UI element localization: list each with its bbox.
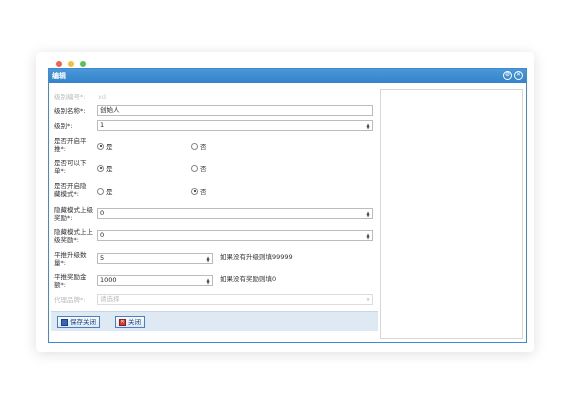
hidden-mode-label: 是否开启隐藏模式*: (54, 182, 87, 198)
can-order-yes-label: 是 (106, 165, 113, 173)
can-order-label: 是否可以下单*: (54, 159, 87, 175)
radio-checked-icon[interactable] (97, 164, 104, 172)
hidden-mode-yes[interactable]: 是 (97, 186, 113, 196)
right-panel (380, 89, 523, 339)
agent-brand-label: 代理品牌*: (54, 296, 86, 304)
radio-unchecked-icon[interactable] (97, 187, 104, 195)
spin-icon[interactable]: ▲ ▼ (365, 210, 371, 217)
save-close-button[interactable]: 保存关闭 (57, 316, 100, 328)
peer-reward-amount-label: 平推奖励金额*: (54, 273, 87, 289)
peer-reward-amount-hint: 如果没有奖励则填0 (220, 275, 277, 283)
row-level-name: 级别名称*: 创始人 (52, 105, 378, 117)
row-hidden-upper2-reward: 隐藏模式上上级奖励*: 0 ▲ ▼ (52, 227, 378, 245)
close-icon: ✕ (119, 318, 126, 326)
close-label: 关闭 (128, 318, 141, 326)
agent-brand-select[interactable]: 请选择 ▼ (97, 294, 373, 305)
save-icon (61, 318, 68, 326)
can-order-no[interactable]: 否 (191, 163, 207, 173)
can-order-yes[interactable]: 是 (97, 163, 113, 173)
level-stepper[interactable]: 1 ▲ ▼ (97, 120, 373, 131)
edit-form: 级别编号*: xd 级别名称*: 创始人 级别*: 1 ▲ ▼ 是否开启平推*: … (52, 86, 378, 343)
dialog-titlebar: 编辑 ⊘ ✕ (49, 69, 526, 83)
window-controls (56, 61, 86, 67)
row-peer-reward-amount: 平推奖励金额*: 1000 ▲ ▼ 如果没有奖励则填0 (52, 272, 378, 290)
peer-reward-amount-stepper[interactable]: 1000 ▲ ▼ (97, 275, 213, 286)
level-spin-icon[interactable]: ▲ ▼ (365, 122, 371, 129)
close-icon[interactable]: ✕ (514, 71, 523, 80)
row-hidden-mode: 是否开启隐藏模式*: 是 否 (52, 181, 378, 199)
hidden-upper-reward-label: 隐藏模式上级奖励*: (54, 206, 93, 222)
spin-icon[interactable]: ▲ ▼ (205, 277, 211, 284)
row-can-order: 是否可以下单*: 是 否 (52, 158, 378, 176)
radio-unchecked-icon[interactable] (191, 164, 198, 172)
row-peer-upgrade-count: 平推升级数量*: 5 ▲ ▼ 如果没有升级则填99999 (52, 250, 378, 268)
radio-unchecked-icon[interactable] (191, 142, 198, 150)
agent-brand-placeholder: 请选择 (100, 295, 120, 303)
open-peer-no[interactable]: 否 (191, 141, 207, 151)
close-dot-icon[interactable] (56, 61, 62, 67)
edit-dialog: 编辑 ⊘ ✕ 级别编号*: xd 级别名称*: 创始人 级别*: 1 ▲ ▼ 是否… (48, 68, 527, 343)
hidden-upper2-reward-label: 隐藏模式上上级奖励*: (54, 228, 93, 244)
spin-icon[interactable]: ▲ ▼ (365, 232, 371, 239)
level-label: 级别*: (54, 122, 73, 130)
hidden-upper2-reward-stepper[interactable]: 0 ▲ ▼ (97, 230, 373, 241)
hidden-upper-reward-value: 0 (100, 209, 105, 217)
row-level: 级别*: 1 ▲ ▼ (52, 120, 378, 132)
hidden-mode-no[interactable]: 否 (191, 186, 207, 196)
open-peer-yes-label: 是 (106, 143, 113, 151)
hidden-upper-reward-stepper[interactable]: 0 ▲ ▼ (97, 208, 373, 219)
hidden-mode-yes-label: 是 (106, 188, 113, 196)
peer-upgrade-count-hint: 如果没有升级则填99999 (220, 253, 293, 261)
hidden-mode-no-label: 否 (200, 188, 207, 196)
radio-checked-icon[interactable] (191, 187, 198, 195)
dialog-title: 编辑 (52, 72, 66, 80)
spin-icon[interactable]: ▲ ▼ (205, 255, 211, 262)
peer-upgrade-count-value: 5 (100, 254, 105, 262)
level-code-value: xd (98, 93, 106, 101)
peer-upgrade-count-stepper[interactable]: 5 ▲ ▼ (97, 253, 213, 264)
minimize-dot-icon[interactable] (68, 61, 74, 67)
open-peer-yes[interactable]: 是 (97, 141, 113, 151)
row-hidden-upper-reward: 隐藏模式上级奖励*: 0 ▲ ▼ (52, 205, 378, 223)
row-level-code: 级别编号*: xd (52, 92, 378, 102)
chevron-down-icon[interactable]: ▼ (365, 296, 371, 303)
open-peer-label: 是否开启平推*: (54, 137, 87, 153)
row-agent-brand: 代理品牌*: 请选择 ▼ (52, 294, 378, 306)
restore-icon[interactable]: ⊘ (503, 71, 512, 80)
can-order-no-label: 否 (200, 165, 207, 173)
row-open-peer: 是否开启平推*: 是 否 (52, 136, 378, 154)
level-name-label: 级别名称*: (54, 107, 86, 115)
close-button[interactable]: ✕ 关闭 (115, 316, 145, 328)
level-code-label: 级别编号*: (54, 93, 86, 101)
peer-reward-amount-value: 1000 (100, 276, 117, 284)
maximize-dot-icon[interactable] (80, 61, 86, 67)
level-name-input[interactable]: 创始人 (97, 105, 373, 116)
save-close-label: 保存关闭 (70, 318, 96, 326)
level-value: 1 (100, 121, 105, 129)
dialog-footer: 保存关闭 ✕ 关闭 (51, 311, 378, 331)
open-peer-no-label: 否 (200, 143, 207, 151)
hidden-upper2-reward-value: 0 (100, 231, 105, 239)
radio-checked-icon[interactable] (97, 142, 104, 150)
peer-upgrade-count-label: 平推升级数量*: (54, 251, 87, 267)
